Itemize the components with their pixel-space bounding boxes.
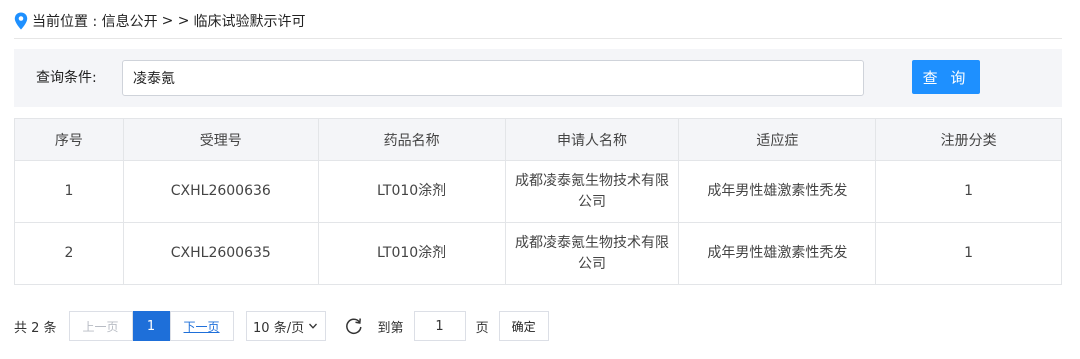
confirm-button[interactable]: 确定 — [498, 311, 549, 341]
query-input[interactable] — [122, 60, 864, 96]
cell-index: 2 — [14, 222, 124, 285]
header-drug-name: 药品名称 — [317, 118, 506, 161]
cell-category: 1 — [875, 160, 1062, 223]
query-button[interactable]: 查 询 — [912, 60, 980, 94]
breadcrumb-current: 临床试验默示许可 — [193, 14, 306, 30]
pagination-total: 共 2 条 — [14, 320, 57, 336]
chevron-down-icon — [309, 323, 318, 329]
prev-page-button[interactable]: 上一页 — [68, 311, 133, 341]
refresh-icon — [345, 318, 362, 335]
query-panel: 查询条件: 查 询 — [14, 49, 1062, 107]
header-indication: 适应症 — [678, 118, 877, 161]
table-row: 2 CXHL2600635 LT010涂剂 成都凌泰氪生物技术有限公司 成年男性… — [14, 222, 1062, 285]
cell-applicant: 成都凌泰氪生物技术有限公司 — [504, 222, 680, 285]
header-applicant: 申请人名称 — [504, 118, 680, 161]
cell-category: 1 — [875, 222, 1062, 285]
table-header-row: 序号 受理号 药品名称 申请人名称 适应症 注册分类 — [14, 118, 1062, 161]
cell-accept-no: CXHL2600635 — [122, 222, 319, 285]
goto-label: 到第 — [377, 320, 404, 336]
header-index: 序号 — [14, 118, 124, 161]
cell-drug-name: LT010涂剂 — [317, 160, 506, 223]
cell-accept-no: CXHL2600636 — [122, 160, 319, 223]
breadcrumb-separator: > > — [161, 13, 190, 29]
results-table: 序号 受理号 药品名称 申请人名称 适应症 注册分类 1 CXHL2600636… — [14, 118, 1062, 285]
breadcrumb-divider — [14, 38, 1062, 39]
pagination: 共 2 条 上一页 1 下一页 10 条/页 到第 页 确定 — [14, 311, 549, 341]
goto-page-input[interactable] — [413, 311, 466, 341]
cell-index: 1 — [14, 160, 124, 223]
query-label: 查询条件: — [36, 70, 97, 86]
breadcrumb: 当前位置 : 信息公开 > > 临床试验默示许可 — [14, 10, 306, 32]
applicant-name: 成都凌泰氪生物技术有限公司 — [514, 172, 669, 210]
current-page-button[interactable]: 1 — [132, 311, 170, 341]
page-size-label: 10 条/页 — [253, 320, 305, 336]
header-category: 注册分类 — [875, 118, 1062, 161]
location-pin-icon — [14, 12, 28, 30]
breadcrumb-label[interactable]: 当前位置 : 信息公开 — [32, 11, 158, 31]
cell-applicant: 成都凌泰氪生物技术有限公司 — [504, 160, 680, 223]
applicant-name: 成都凌泰氪生物技术有限公司 — [514, 234, 669, 272]
header-accept-no: 受理号 — [122, 118, 319, 161]
cell-indication: 成年男性雄激素性秃发 — [678, 160, 877, 223]
cell-indication: 成年男性雄激素性秃发 — [678, 222, 877, 285]
table-row: 1 CXHL2600636 LT010涂剂 成都凌泰氪生物技术有限公司 成年男性… — [14, 160, 1062, 223]
page-unit-label: 页 — [475, 320, 489, 336]
page-size-select[interactable]: 10 条/页 — [245, 311, 326, 341]
refresh-button[interactable] — [342, 314, 366, 338]
cell-drug-name: LT010涂剂 — [317, 222, 506, 285]
next-page-button[interactable]: 下一页 — [169, 311, 234, 341]
